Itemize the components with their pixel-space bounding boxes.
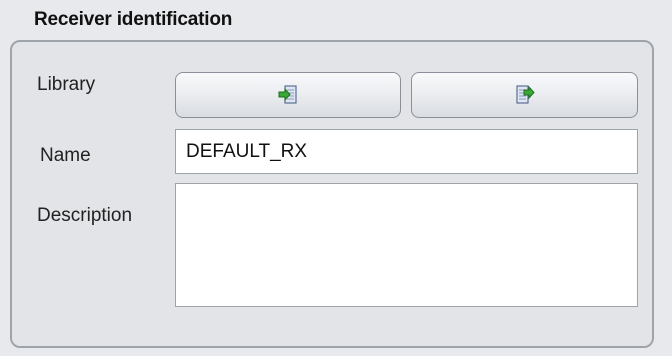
library-label: Library — [37, 74, 96, 95]
import-library-button[interactable] — [175, 72, 401, 118]
export-to-library-icon — [514, 84, 536, 106]
panel-title: Receiver identification — [34, 9, 233, 30]
description-field[interactable] — [175, 183, 638, 307]
import-from-library-icon — [277, 84, 299, 106]
receiver-identification-panel: Receiver identification Library Name DEF… — [0, 0, 672, 356]
export-library-button[interactable] — [411, 72, 638, 118]
description-label: Description — [37, 205, 133, 226]
name-field[interactable] — [175, 129, 638, 174]
name-label: Name — [40, 145, 91, 166]
